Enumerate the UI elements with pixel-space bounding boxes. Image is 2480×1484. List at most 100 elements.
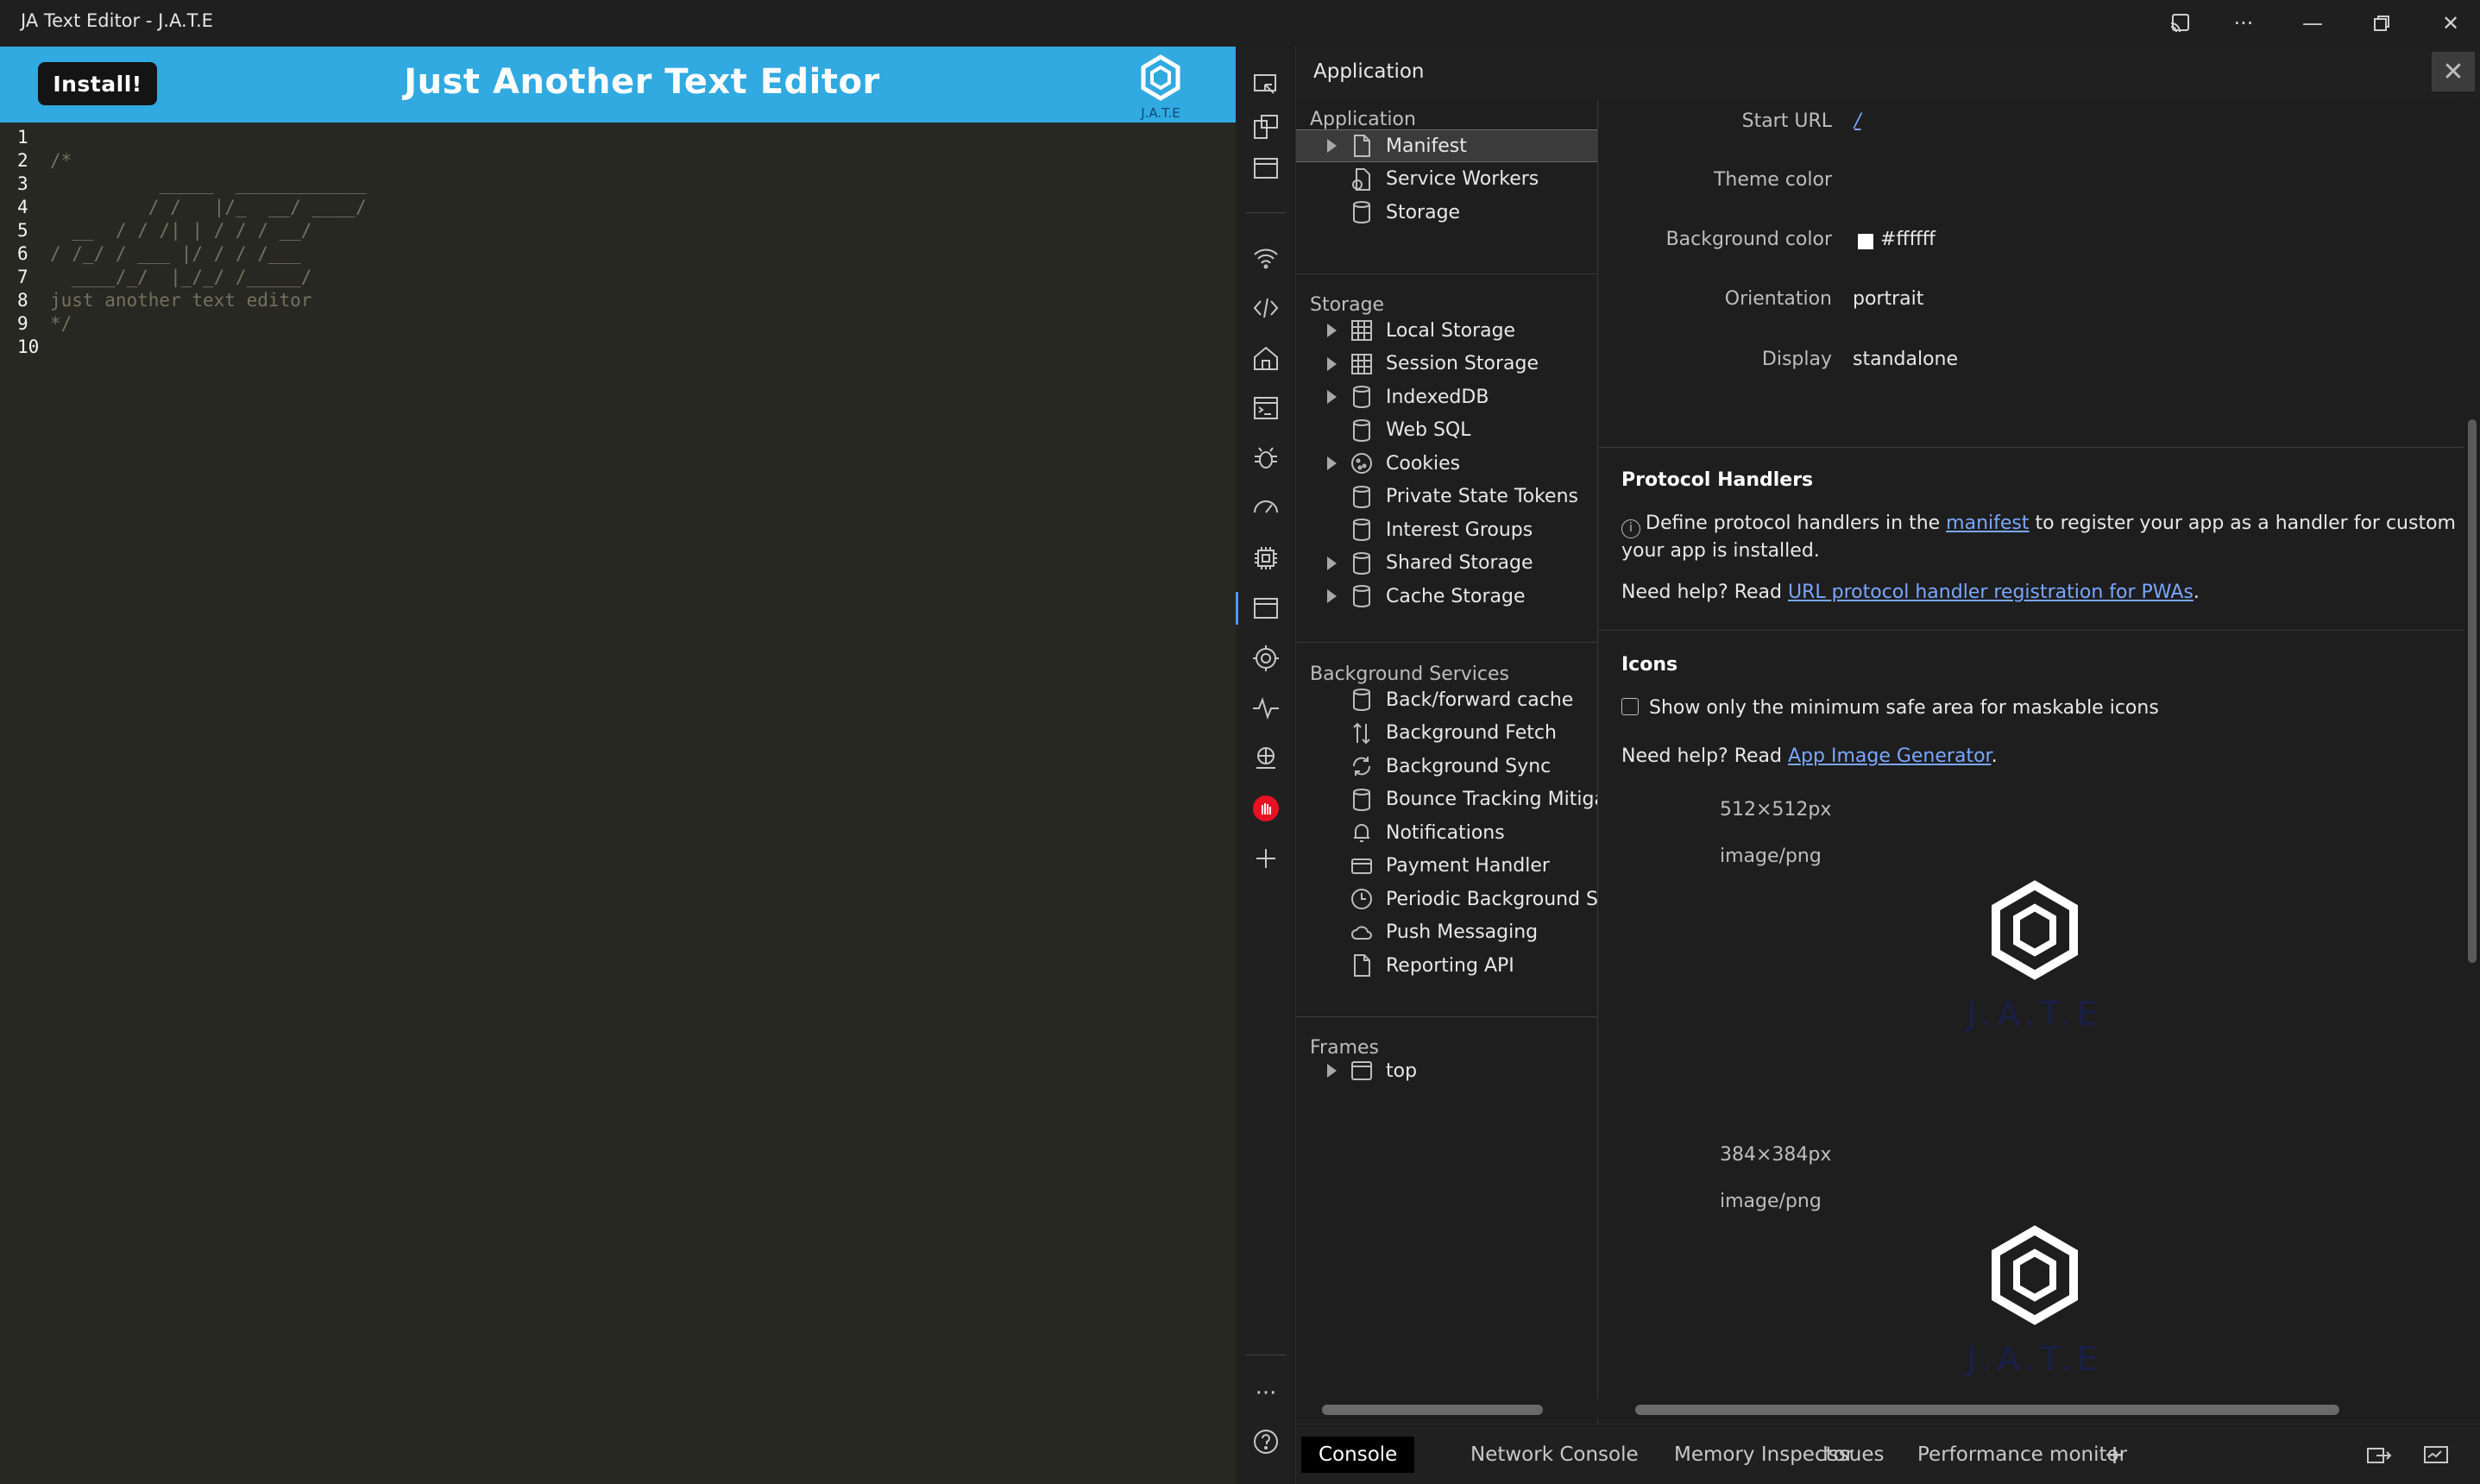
cast-icon[interactable]: [2152, 0, 2207, 47]
device-icon[interactable]: [1248, 109, 1284, 145]
start-url-link[interactable]: /: [1854, 110, 1860, 132]
sidebar-hscrollbar[interactable]: [1296, 1399, 1598, 1418]
dock-icon[interactable]: [2406, 1437, 2466, 1473]
sidebar-item-service-workers[interactable]: Service Workers: [1296, 163, 1597, 196]
minimize-icon[interactable]: —: [2285, 0, 2340, 47]
sidebar-item-private-state-tokens[interactable]: Private State Tokens: [1296, 481, 1597, 513]
window-icon[interactable]: [1248, 150, 1284, 186]
sidebar-item-background-sync[interactable]: Background Sync: [1296, 750, 1597, 783]
performance-icon[interactable]: [1248, 490, 1284, 526]
code-line[interactable]: 10: [0, 336, 1236, 359]
code-line[interactable]: 2 /*: [0, 149, 1236, 173]
inspect-icon[interactable]: [1248, 67, 1284, 104]
sidebar-item-local-storage[interactable]: Local Storage: [1296, 314, 1597, 347]
icons-help: Need help? Read App Image Generator.: [1621, 745, 1998, 767]
sidebar-item-payment-handler[interactable]: Payment Handler: [1296, 850, 1597, 883]
close-icon[interactable]: ✕: [2423, 0, 2478, 47]
section-header-storage: Storage: [1310, 294, 1385, 316]
sidebar-item-back-forward-cache[interactable]: Back/forward cache: [1296, 683, 1597, 716]
more-icon[interactable]: ···: [1248, 1375, 1284, 1412]
application-sidebar: Application Manifest Service Workers Storag…: [1296, 100, 1598, 1455]
vertical-scrollbar[interactable]: [2464, 100, 2480, 1455]
code-editor[interactable]: 1 2/* 3 _____ ____________ 4 / / |/_ __/ __…: [0, 126, 1236, 359]
sidebar-item-label: Private State Tokens: [1386, 486, 1578, 507]
window-icon: [1350, 1058, 1374, 1084]
network-icon[interactable]: [1248, 740, 1284, 777]
bell-icon: [1350, 820, 1374, 846]
application-icon[interactable]: [1248, 590, 1284, 626]
sidebar-item-cache-storage[interactable]: Cache Storage: [1296, 580, 1597, 613]
code-line[interactable]: 4 / / |/_ __/ ____/: [0, 196, 1236, 219]
expand-triangle-icon[interactable]: [1327, 456, 1337, 470]
sidebar-item-label: IndexedDB: [1386, 386, 1489, 408]
code-icon[interactable]: [1248, 290, 1284, 326]
sidebar-item-indexeddb[interactable]: IndexedDB: [1296, 380, 1597, 413]
sidebar-item-label: Interest Groups: [1386, 519, 1533, 541]
code-line[interactable]: 8 just another text editor: [0, 289, 1236, 312]
sidebar-item-web-sql[interactable]: Web SQL: [1296, 414, 1597, 447]
sidebar-item-storage[interactable]: Storage: [1296, 196, 1597, 229]
protocol-handlers-heading: Protocol Handlers: [1621, 469, 1814, 491]
devtools-panel: ··· Application ✕ Application Manifest Ser…: [1236, 47, 2480, 1484]
code-line[interactable]: 1: [0, 126, 1236, 149]
expand-triangle-icon[interactable]: [1327, 324, 1337, 337]
activity-icon[interactable]: [1248, 690, 1284, 726]
expand-triangle-icon[interactable]: [1327, 390, 1337, 404]
close-devtools-button[interactable]: ✕: [2432, 52, 2475, 91]
more-icon[interactable]: ···: [2216, 0, 2271, 47]
drawer-tab-issues[interactable]: Issues: [1805, 1437, 1901, 1473]
manifest-link[interactable]: manifest: [1946, 512, 2029, 534]
expand-triangle-icon[interactable]: [1327, 1064, 1337, 1078]
code-line[interactable]: 9 */: [0, 312, 1236, 336]
help-icon[interactable]: [1248, 1424, 1284, 1460]
sidebar-item-interest-groups[interactable]: Interest Groups: [1296, 513, 1597, 546]
undock-icon[interactable]: [2349, 1437, 2409, 1473]
scroll-thumb[interactable]: [1322, 1405, 1543, 1415]
settings-icon[interactable]: [1248, 640, 1284, 676]
bug-icon[interactable]: [1248, 440, 1284, 476]
scroll-thumb[interactable]: [1635, 1405, 2339, 1415]
code-line[interactable]: 7 ____/_/ |_/_/ /_____/: [0, 266, 1236, 289]
protocol-help-link[interactable]: URL protocol handler registration for PW…: [1788, 582, 2194, 603]
maskable-checkbox[interactable]: [1621, 698, 1639, 715]
add-tab-icon[interactable]: +: [2087, 1437, 2143, 1473]
sidebar-item-manifest[interactable]: Manifest: [1296, 129, 1597, 162]
sidebar-item-push-messaging[interactable]: Push Messaging: [1296, 916, 1597, 949]
code-line[interactable]: 5 __ / / /| | / / / __/: [0, 219, 1236, 242]
expand-triangle-icon[interactable]: [1327, 139, 1337, 153]
block-icon[interactable]: [1248, 790, 1284, 827]
expand-triangle-icon[interactable]: [1327, 589, 1337, 603]
sidebar-item-background-fetch[interactable]: Background Fetch: [1296, 717, 1597, 750]
sidebar-item-shared-storage[interactable]: Shared Storage: [1296, 547, 1597, 580]
sidebar-item-top[interactable]: top: [1296, 1054, 1597, 1087]
scroll-thumb[interactable]: [2468, 419, 2477, 963]
app-image-generator-link[interactable]: App Image Generator: [1788, 745, 1992, 767]
database-icon: [1350, 550, 1374, 576]
expand-triangle-icon[interactable]: [1327, 356, 1337, 371]
restore-icon[interactable]: [2354, 0, 2409, 47]
cpu-icon[interactable]: [1248, 540, 1284, 576]
sidebar-item-label: Local Storage: [1386, 319, 1516, 342]
wifi-icon[interactable]: [1248, 240, 1284, 276]
drawer-tab-console[interactable]: Console: [1301, 1437, 1415, 1473]
console-icon[interactable]: [1248, 390, 1284, 426]
icon-size: 384×384px: [1720, 1144, 1832, 1166]
sidebar-item-session-storage[interactable]: Session Storage: [1296, 348, 1597, 380]
expand-triangle-icon[interactable]: [1327, 556, 1337, 570]
drawer-tab-network-console[interactable]: Network Console: [1453, 1437, 1656, 1473]
home-icon[interactable]: [1248, 340, 1284, 376]
database-icon: [1350, 418, 1374, 443]
database-icon: [1350, 384, 1374, 410]
add-icon[interactable]: [1248, 840, 1284, 877]
line-number: 7: [17, 267, 28, 287]
sidebar-item-bounce-tracking-mitigat[interactable]: Bounce Tracking Mitigat: [1296, 783, 1597, 816]
sidebar-item-label: top: [1386, 1060, 1418, 1082]
sidebar-item-reporting-api[interactable]: Reporting API: [1296, 949, 1597, 982]
section-divider: [1296, 1016, 1597, 1017]
sidebar-item-cookies[interactable]: Cookies: [1296, 447, 1597, 480]
main-hscrollbar[interactable]: [1599, 1399, 2464, 1418]
code-line[interactable]: 6 / /_/ / ___ |/ / / /___: [0, 242, 1236, 266]
code-line[interactable]: 3 _____ ____________: [0, 173, 1236, 196]
sidebar-item-notifications[interactable]: Notifications: [1296, 816, 1597, 849]
sidebar-item-periodic-background-syr[interactable]: Periodic Background Syr: [1296, 883, 1597, 915]
